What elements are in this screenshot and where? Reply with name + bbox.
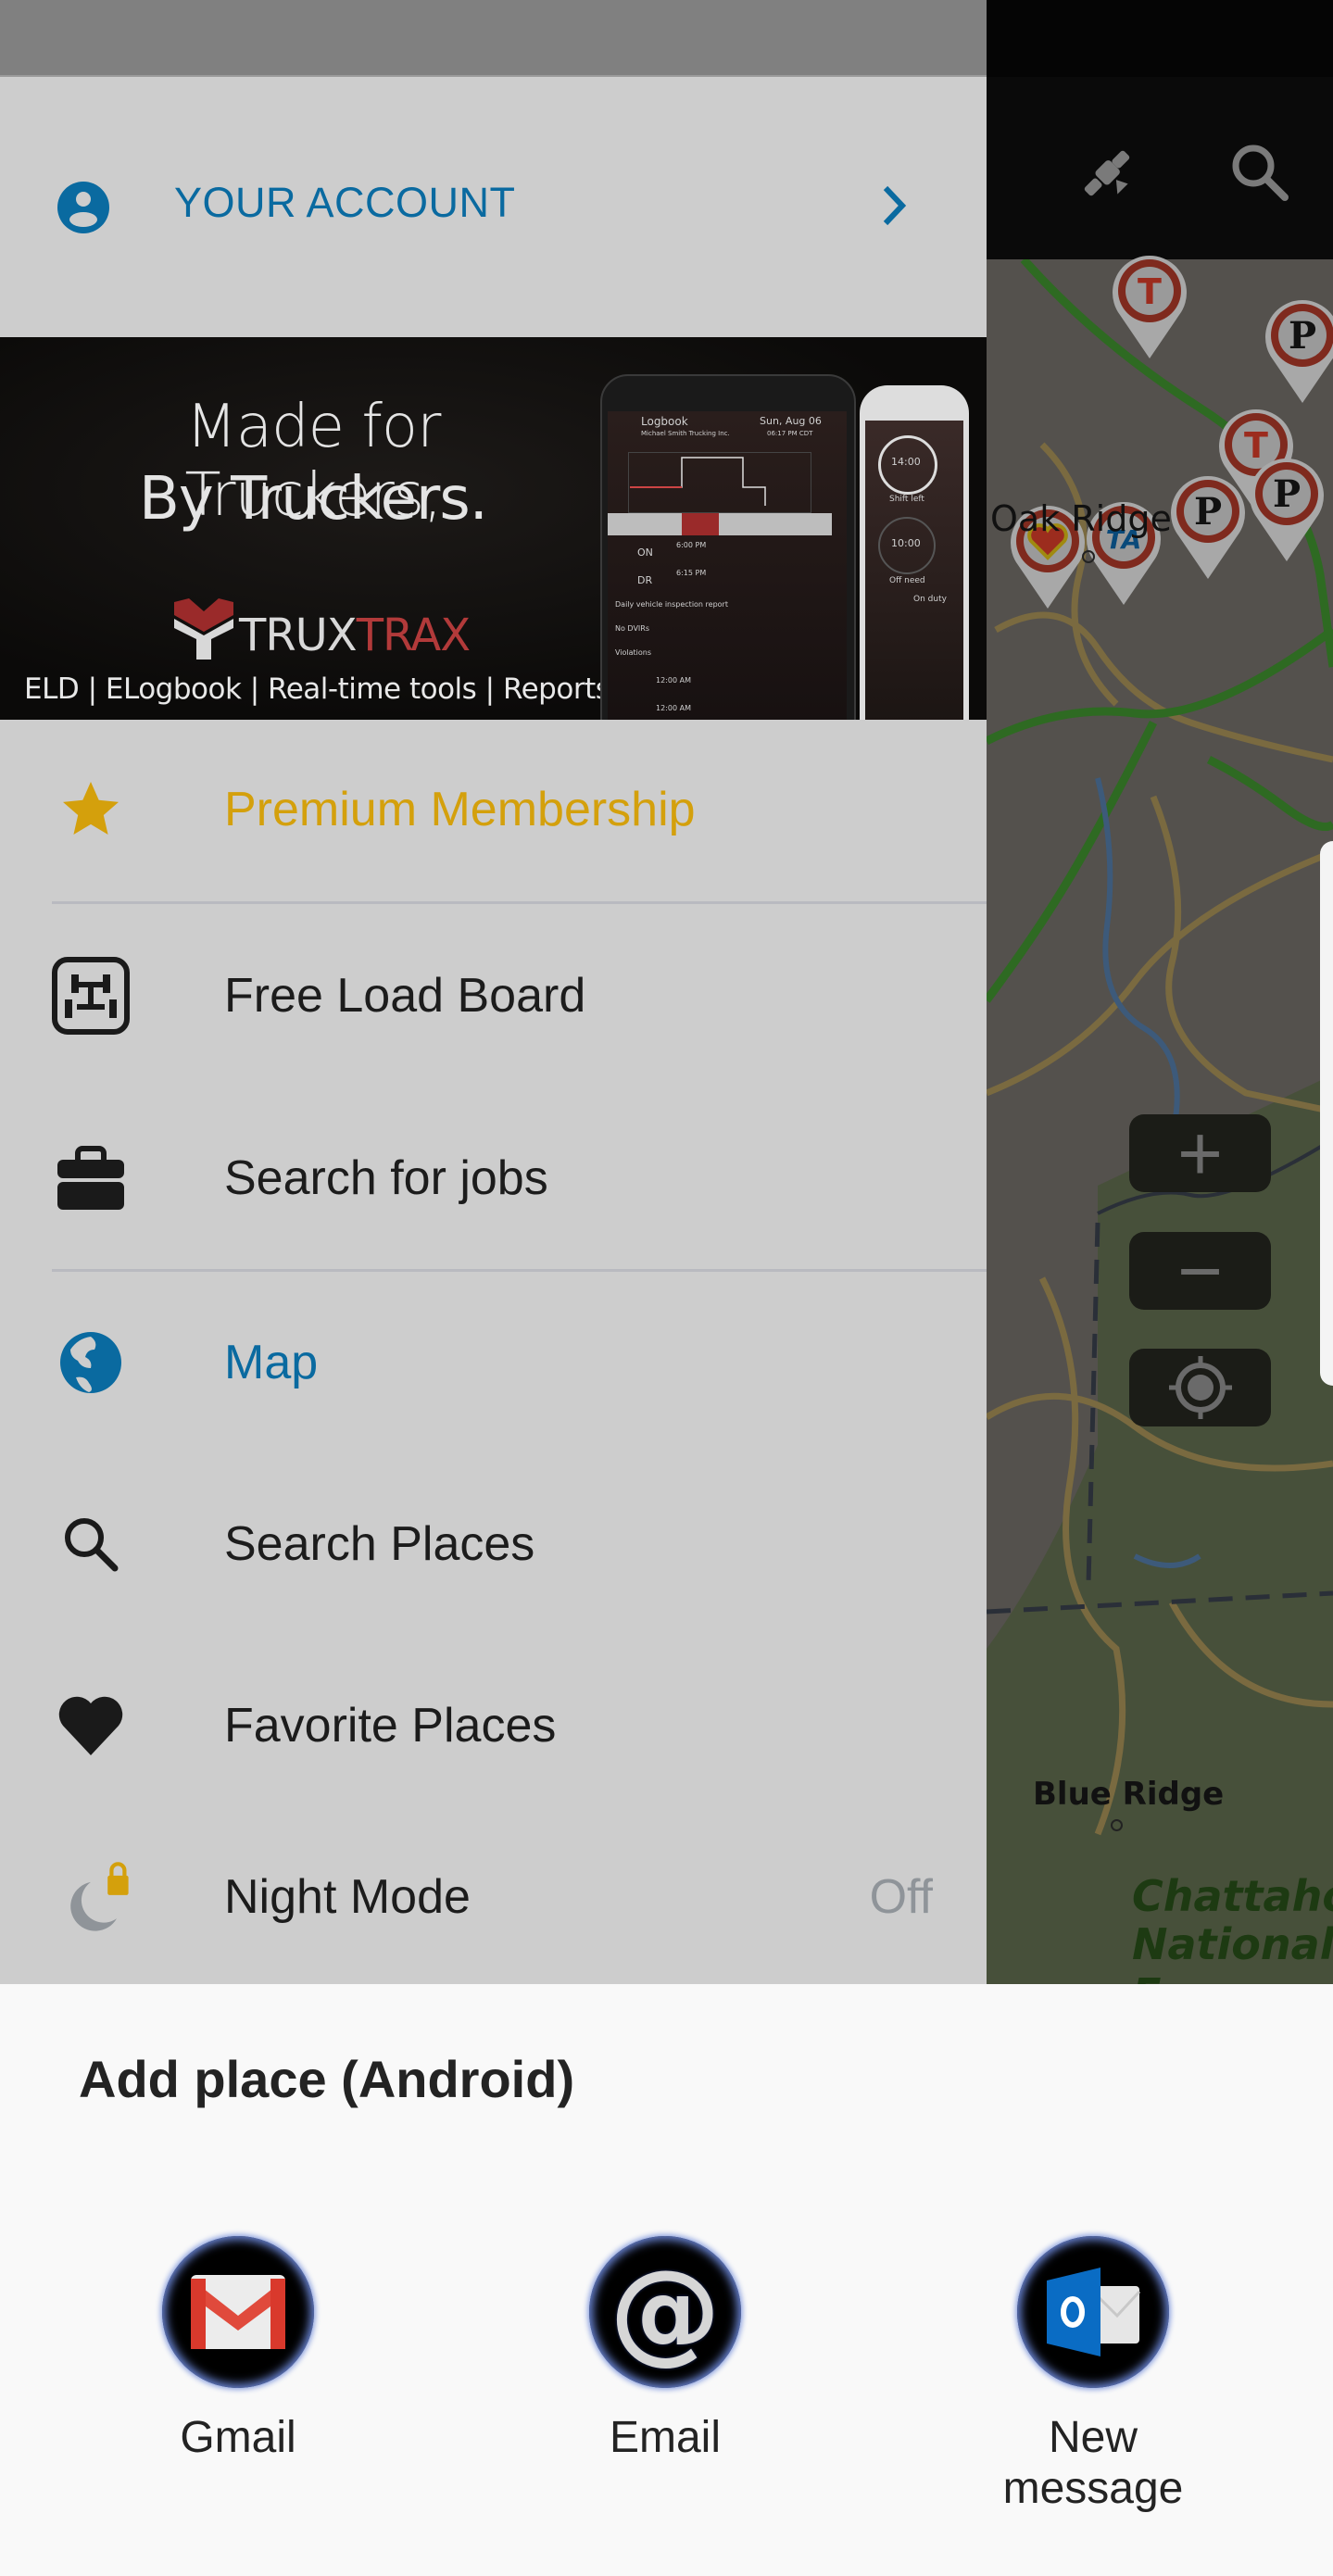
phone-event-status: DR xyxy=(637,574,653,586)
phone-gauge-label: Off need xyxy=(889,576,925,585)
phone-gauge-value: 14:00 xyxy=(891,456,921,468)
heart-icon xyxy=(52,1687,130,1765)
plus-icon: + xyxy=(1176,1110,1224,1197)
map-canvas[interactable]: T P T P P TA Oak Ridge Blue Ridge Chatta… xyxy=(987,256,1333,1984)
menu-divider xyxy=(52,1269,987,1272)
banner-headline: By Truckers. xyxy=(138,465,488,534)
phone-company: Michael Smith Trucking Inc. xyxy=(641,430,730,437)
my-location-icon xyxy=(1168,1356,1232,1419)
email-at-icon: @ xyxy=(589,2236,741,2388)
side-panel-edge xyxy=(1320,841,1333,1386)
outlook-icon xyxy=(1017,2236,1169,2388)
menu-item-free-load-board[interactable]: Free Load Board xyxy=(0,908,987,1084)
svg-text:P: P xyxy=(1273,472,1301,516)
phone-violations-header: Violations xyxy=(615,648,652,657)
menu-item-search-for-jobs[interactable]: Search for jobs xyxy=(0,1090,987,1266)
status-bar xyxy=(0,0,987,77)
zoom-in-button[interactable]: + xyxy=(1129,1114,1271,1192)
phone-event-status: ON xyxy=(637,547,653,559)
map-pin-truck-stop[interactable]: T xyxy=(1103,252,1196,363)
svg-text:P: P xyxy=(1194,490,1222,534)
map-toolbar xyxy=(987,77,1333,259)
truxtrax-promo-banner[interactable]: Made for Truckers, By Truckers. TRUX TRAX… xyxy=(0,337,987,720)
navigation-drawer: YOUR ACCOUNT Made for Truckers, By Truck… xyxy=(0,0,987,1984)
share-label: Email xyxy=(609,2413,722,2462)
map-label-park: Chattahoo xyxy=(1132,1871,1333,1921)
menu-item-favorite-places[interactable]: Favorite Places xyxy=(0,1638,987,1814)
menu-label: Search for jobs xyxy=(224,1151,548,1205)
brand-name-part: TRUX xyxy=(239,609,358,661)
menu-label: Free Load Board xyxy=(224,969,586,1023)
svg-text:P: P xyxy=(1289,314,1316,358)
status-bar xyxy=(987,0,1333,77)
your-account-button[interactable]: YOUR ACCOUNT xyxy=(0,77,987,337)
share-bottom-sheet: Add place (Android) Gmail @ Email New me… xyxy=(0,1984,1333,2576)
menu-label: Premium Membership xyxy=(224,783,696,836)
truxtrax-logo: TRUX TRAX xyxy=(169,595,471,661)
moon-lock-icon xyxy=(52,1858,130,1936)
share-label: Gmail xyxy=(180,2413,296,2462)
banner-tagline: ELD | ELogbook | Real-time tools | Repor… xyxy=(24,672,610,706)
search-icon xyxy=(52,1505,130,1583)
gmail-icon xyxy=(162,2236,314,2388)
map-pin-parking[interactable]: P xyxy=(1240,455,1333,566)
briefcase-icon xyxy=(52,1139,130,1217)
city-marker xyxy=(1082,550,1095,563)
phone-dvir-header: Daily vehicle inspection report xyxy=(615,600,728,609)
map-pin-parking[interactable]: P xyxy=(1162,472,1254,584)
zoom-out-button[interactable]: − xyxy=(1129,1232,1271,1310)
map-label-city: Blue Ridge xyxy=(1033,1776,1225,1813)
phone-violation-time: 12:00 AM xyxy=(656,676,691,685)
map-label-city: Oak Ridge xyxy=(990,498,1172,539)
account-label: YOUR ACCOUNT xyxy=(174,179,516,226)
menu-label: Map xyxy=(224,1336,319,1389)
phone-event-time: 6:15 PM xyxy=(676,569,707,577)
phone-gauge-label: Shift left xyxy=(889,495,924,504)
menu-label: Favorite Places xyxy=(224,1699,557,1753)
chevron-right-icon xyxy=(878,182,910,233)
share-target-email[interactable]: @ Email xyxy=(526,2236,804,2514)
search-icon[interactable] xyxy=(1229,142,1290,207)
city-marker xyxy=(1111,1819,1123,1831)
share-target-new-message[interactable]: New message xyxy=(954,2236,1232,2514)
map-label-park: National F xyxy=(1132,1919,1333,1984)
truxtrax-logo-icon xyxy=(174,598,233,660)
phone-dvir-value: No DVIRs xyxy=(615,624,649,633)
menu-item-search-places[interactable]: Search Places xyxy=(0,1456,987,1632)
share-label: New message xyxy=(1002,2413,1184,2513)
menu-label: Search Places xyxy=(224,1517,535,1571)
globe-icon xyxy=(52,1324,130,1401)
sheet-title: Add place (Android) xyxy=(79,2050,575,2108)
menu-item-premium-membership[interactable]: Premium Membership xyxy=(0,722,987,898)
svg-text:T: T xyxy=(1138,271,1162,312)
phone-side-label: On duty xyxy=(913,595,947,604)
menu-item-night-mode[interactable]: Night Mode Off xyxy=(0,1809,987,1985)
phone-app-title: Logbook xyxy=(641,415,688,428)
map-view[interactable]: T P T P P TA Oak Ridge Blue Ridge Chatta… xyxy=(987,0,1333,1984)
satellite-icon[interactable] xyxy=(1077,144,1137,207)
map-pin-parking[interactable]: P xyxy=(1256,296,1333,408)
menu-label: Night Mode xyxy=(224,1870,471,1924)
account-circle-icon xyxy=(57,181,110,239)
phone-date: Sun, Aug 06 xyxy=(760,415,822,427)
load-board-icon xyxy=(52,957,130,1035)
brand-name-part: TRAX xyxy=(356,609,471,661)
phone-event-time: 6:00 PM xyxy=(676,541,707,549)
minus-icon: − xyxy=(1176,1227,1224,1314)
menu-item-map[interactable]: Map xyxy=(0,1275,987,1451)
night-mode-value: Off xyxy=(869,1870,933,1924)
share-target-gmail[interactable]: Gmail xyxy=(99,2236,377,2514)
phone-mockup: Logbook Michael Smith Trucking Inc. Sun,… xyxy=(600,367,971,720)
my-location-button[interactable] xyxy=(1129,1349,1271,1426)
phone-time: 06:17 PM CDT xyxy=(767,430,813,437)
star-icon xyxy=(52,771,130,848)
menu-divider xyxy=(52,901,987,904)
phone-gauge-value: 10:00 xyxy=(891,537,921,549)
phone-violation-time: 12:00 AM xyxy=(656,704,691,712)
